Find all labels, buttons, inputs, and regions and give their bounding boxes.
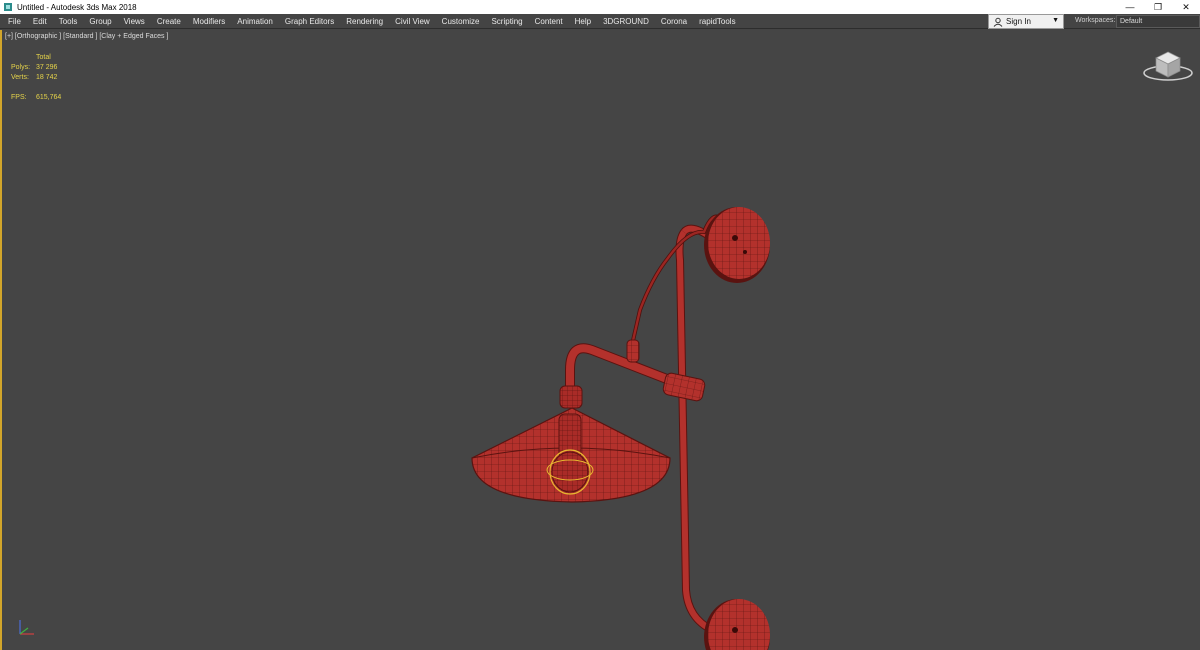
menu-modifiers[interactable]: Modifiers bbox=[187, 14, 231, 29]
menu-rendering[interactable]: Rendering bbox=[340, 14, 389, 29]
menu-scripting[interactable]: Scripting bbox=[485, 14, 528, 29]
fps-label: FPS: bbox=[11, 94, 27, 101]
viewcube-icon[interactable] bbox=[1142, 48, 1194, 84]
title-bar: Untitled - Autodesk 3ds Max 2018 — ❐ ✕ bbox=[0, 0, 1200, 14]
menu-civil-view[interactable]: Civil View bbox=[389, 14, 436, 29]
minimize-icon[interactable]: — bbox=[1116, 0, 1144, 14]
menu-content[interactable]: Content bbox=[529, 14, 569, 29]
chevron-down-icon: ▼ bbox=[1052, 17, 1059, 24]
menu-3dground[interactable]: 3DGROUND bbox=[597, 14, 655, 29]
viewport[interactable]: [+] [Orthographic ] [Standard ] [Clay + … bbox=[0, 30, 1200, 650]
window-title: Untitled - Autodesk 3ds Max 2018 bbox=[17, 2, 137, 12]
user-icon bbox=[993, 17, 1003, 27]
sign-in-dropdown[interactable]: Sign In ▼ bbox=[988, 14, 1064, 29]
menu-views[interactable]: Views bbox=[118, 14, 151, 29]
verts-value: 18 742 bbox=[36, 74, 58, 81]
menu-corona[interactable]: Corona bbox=[655, 14, 693, 29]
menu-graph-editors[interactable]: Graph Editors bbox=[279, 14, 340, 29]
menu-animation[interactable]: Animation bbox=[231, 14, 279, 29]
restore-icon[interactable]: ❐ bbox=[1144, 0, 1172, 14]
menu-tools[interactable]: Tools bbox=[53, 14, 84, 29]
menu-rapidtools[interactable]: rapidTools bbox=[693, 14, 741, 29]
viewport-statistics: Total Polys: 37 296 Verts: 18 742 FPS: 615,… bbox=[11, 53, 61, 103]
axis-tripod-icon bbox=[19, 620, 34, 635]
menu-file[interactable]: File bbox=[0, 14, 27, 29]
workspaces-label: Workspaces: bbox=[1075, 17, 1116, 24]
menu-create[interactable]: Create bbox=[151, 14, 187, 29]
stats-header: Total bbox=[36, 54, 51, 61]
app-icon bbox=[4, 3, 12, 11]
close-icon[interactable]: ✕ bbox=[1172, 0, 1200, 14]
polys-value: 37 296 bbox=[36, 64, 58, 71]
menu-edit[interactable]: Edit bbox=[27, 14, 53, 29]
viewport-label-menu[interactable]: [+] [Orthographic ] [Standard ] [Clay + … bbox=[5, 33, 168, 40]
menu-group[interactable]: Group bbox=[83, 14, 117, 29]
fps-value: 615,764 bbox=[36, 94, 62, 101]
lamp-model bbox=[471, 207, 770, 650]
verts-label: Verts: bbox=[11, 74, 29, 81]
menu-help[interactable]: Help bbox=[569, 14, 597, 29]
sign-in-label: Sign In bbox=[1006, 17, 1031, 26]
workspaces-select[interactable]: Default bbox=[1116, 15, 1200, 28]
polys-label: Polys: bbox=[11, 64, 31, 71]
menu-customize[interactable]: Customize bbox=[436, 14, 486, 29]
